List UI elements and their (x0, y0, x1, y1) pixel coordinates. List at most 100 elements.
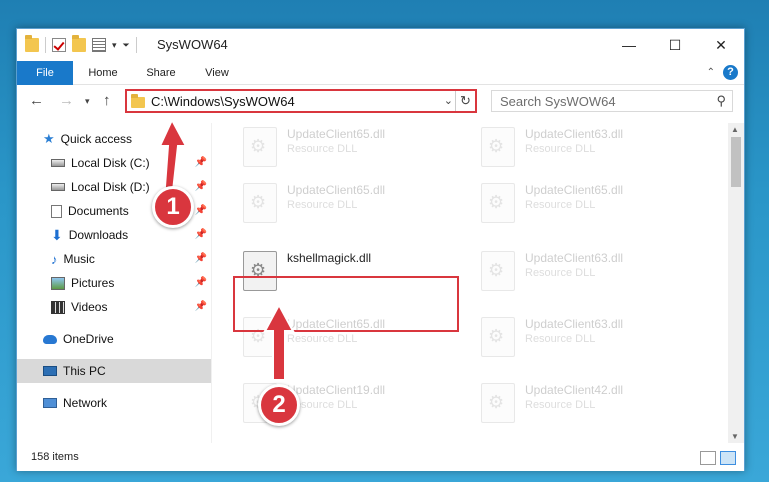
list-item[interactable]: UpdateClient63.dll Resource DLL (473, 123, 699, 171)
sidebar-item-local-disk-c[interactable]: Local Disk (C:) 📌 (17, 151, 211, 175)
ribbon-controls: ⌃ ? (707, 65, 738, 80)
sidebar-item-videos[interactable]: Videos 📌 (17, 295, 211, 319)
file-name: UpdateClient19.dll (287, 383, 386, 397)
pane-divider[interactable] (211, 123, 212, 443)
drive-icon (51, 183, 65, 191)
properties-icon[interactable] (92, 38, 106, 52)
navigation-pane: ★ Quick access Local Disk (C:) 📌 Local D… (17, 123, 211, 443)
file-type: Resource DLL (287, 333, 358, 345)
refresh-icon[interactable]: ↻ (455, 91, 475, 111)
sidebar-item-label: Documents (68, 204, 129, 218)
scrollbar-thumb[interactable] (731, 137, 741, 187)
up-arrow-icon[interactable]: ↑ (103, 92, 111, 109)
sidebar-item-music[interactable]: ♪ Music 📌 (17, 247, 211, 271)
sidebar-item-label: Network (63, 396, 108, 410)
view-toggle (700, 451, 736, 465)
window-title: SysWOW64 (157, 37, 228, 52)
help-icon[interactable]: ? (723, 65, 738, 80)
address-path[interactable]: C:\Windows\SysWOW64 (151, 94, 295, 109)
picture-icon (51, 276, 65, 290)
item-count: 158 items (31, 451, 79, 463)
sidebar-item-label: Local Disk (C:) (71, 156, 150, 170)
sidebar-item-label: Videos (71, 300, 108, 314)
minimize-button[interactable]: — (606, 29, 652, 61)
forward-arrow-icon[interactable]: → (59, 92, 74, 109)
sidebar-item-label: Local Disk (D:) (71, 180, 150, 194)
address-folder-icon (131, 94, 145, 108)
file-name: UpdateClient65.dll (287, 127, 386, 141)
sidebar-item-label: Quick access (60, 132, 133, 146)
file-type: Resource DLL (287, 199, 358, 211)
sidebar-item-pictures[interactable]: Pictures 📌 (17, 271, 211, 295)
drive-icon (51, 159, 65, 167)
cloud-icon (43, 334, 57, 344)
folder-icon (25, 35, 39, 52)
file-type: Resource DLL (525, 199, 596, 211)
pin-icon: 📌 (194, 157, 207, 168)
pin-icon: 📌 (194, 181, 207, 192)
file-name: UpdateClient63.dll (525, 127, 624, 141)
ribbon: File Home Share View ⌃ ? (17, 61, 744, 85)
sidebar-item-quick-access[interactable]: ★ Quick access (17, 127, 211, 151)
address-dropdown-icon[interactable]: ⌄ (444, 94, 453, 107)
list-item[interactable]: UpdateClient42.dll Resource DLL (473, 379, 699, 427)
sidebar-item-label: OneDrive (63, 332, 114, 346)
tiles-view-icon[interactable] (720, 451, 736, 465)
tab-view[interactable]: View (193, 61, 241, 85)
sidebar-item-this-pc[interactable]: This PC (17, 359, 211, 383)
tab-home[interactable]: Home (77, 61, 129, 85)
sidebar-item-onedrive[interactable]: OneDrive (17, 327, 211, 351)
pin-icon: 📌 (194, 277, 207, 288)
maximize-button[interactable]: ☐ (652, 29, 698, 61)
dll-file-icon (481, 251, 515, 291)
vertical-scrollbar[interactable]: ▲ ▼ (728, 123, 744, 443)
pin-icon: 📌 (194, 301, 207, 312)
search-input[interactable]: Search SysWOW64 (500, 94, 616, 109)
title-separator (135, 37, 137, 53)
step-2-badge: 2 (258, 384, 300, 426)
star-icon: ★ (43, 131, 55, 146)
file-highlight-box (233, 276, 459, 332)
dll-file-icon (481, 127, 515, 167)
sidebar-item-label: Music (63, 252, 95, 266)
new-folder-icon[interactable] (72, 35, 86, 52)
file-type: Resource DLL (525, 399, 596, 411)
toolbar-dropdown-icon[interactable]: ⏷ (123, 40, 130, 51)
list-item[interactable]: UpdateClient65.dll Resource DLL (473, 179, 699, 227)
video-icon (51, 300, 65, 314)
file-type: Resource DLL (287, 143, 358, 155)
pin-icon: 📌 (194, 253, 207, 264)
file-name: UpdateClient65.dll (525, 183, 624, 197)
file-name: UpdateClient63.dll (525, 317, 624, 331)
sidebar-item-downloads[interactable]: ⬇ Downloads 📌 (17, 223, 211, 247)
file-name: UpdateClient65.dll (287, 183, 386, 197)
file-type: Resource DLL (525, 333, 596, 345)
tab-share[interactable]: Share (135, 61, 187, 85)
tab-file[interactable]: File (17, 61, 73, 85)
recent-locations-icon[interactable]: ▾ (85, 96, 90, 107)
customize-toolbar-icon[interactable]: ▾ (112, 40, 117, 51)
file-type: Resource DLL (525, 143, 596, 155)
scroll-down-icon[interactable]: ▼ (731, 432, 739, 441)
list-item[interactable]: UpdateClient65.dll Resource DLL (235, 123, 461, 171)
search-icon[interactable]: ⚲ (716, 93, 726, 109)
close-button[interactable]: ✕ (698, 29, 744, 61)
list-item[interactable]: UpdateClient63.dll Resource DLL (473, 313, 699, 361)
properties-check-icon[interactable] (52, 38, 66, 52)
file-type: Resource DLL (525, 267, 596, 279)
search-box[interactable]: Search SysWOW64 ⚲ (491, 90, 733, 112)
scroll-up-icon[interactable]: ▲ (731, 125, 739, 134)
download-icon: ⬇ (51, 226, 63, 243)
sidebar-item-label: Pictures (71, 276, 115, 290)
collapse-ribbon-icon[interactable]: ⌃ (707, 67, 715, 78)
explorer-window: ▾ ⏷ SysWOW64 — ☐ ✕ File Home Share View … (16, 28, 745, 471)
list-item[interactable]: UpdateClient63.dll Resource DLL (473, 247, 699, 295)
list-item[interactable]: UpdateClient65.dll Resource DLL (235, 179, 461, 227)
window-controls: — ☐ ✕ (606, 29, 744, 61)
music-icon: ♪ (51, 251, 58, 267)
sidebar-item-network[interactable]: Network (17, 391, 211, 415)
address-bar[interactable]: C:\Windows\SysWOW64 ⌄ ↻ (125, 89, 477, 113)
details-view-icon[interactable] (700, 451, 716, 465)
dll-file-icon (481, 383, 515, 423)
back-arrow-icon[interactable]: ← (29, 92, 44, 109)
